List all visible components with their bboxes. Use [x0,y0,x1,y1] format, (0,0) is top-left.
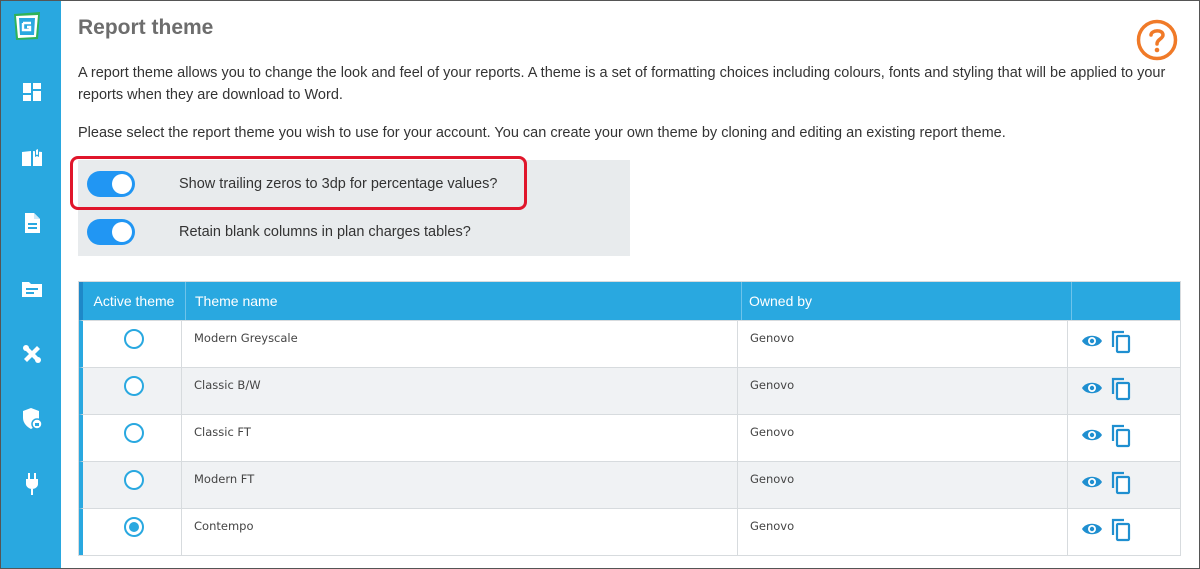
copy-icon[interactable] [1110,376,1132,401]
copy-icon[interactable] [1110,329,1132,354]
toggle-knob [112,222,132,242]
owner-cell: Genovo [750,519,795,533]
highlight-box [70,156,527,210]
owner-cell: Genovo [750,331,795,345]
table-row: Modern Greyscale Genovo [79,320,1180,367]
theme-name-cell: Contempo [194,519,254,533]
table-row: Classic FT Genovo [79,414,1180,461]
option-retain-blank-columns: Retain blank columns in plan charges tab… [78,212,630,252]
owner-cell: Genovo [750,378,795,392]
table-row: Contempo Genovo [79,508,1180,555]
page-title: Report theme [78,16,214,39]
header-theme-name: Theme name [195,293,278,309]
book-open-icon[interactable] [19,145,45,171]
plug-icon[interactable] [19,471,45,497]
theme-description: A report theme allows you to change the … [78,65,1166,103]
eye-icon[interactable] [1081,474,1103,496]
active-theme-radio[interactable] [124,423,144,443]
theme-instruction: Please select the report theme you wish … [78,125,1006,141]
table-row: Classic B/W Genovo [79,367,1180,414]
eye-icon[interactable] [1081,333,1103,355]
copy-icon[interactable] [1110,470,1132,495]
eye-icon[interactable] [1081,427,1103,449]
copy-icon[interactable] [1110,423,1132,448]
owner-cell: Genovo [750,472,795,486]
themes-table: Active theme Theme name Owned by Modern … [78,281,1181,556]
theme-name-cell: Modern FT [194,472,255,486]
copy-icon[interactable] [1110,517,1132,542]
sidebar [1,1,61,568]
table-row: Modern FT Genovo [79,461,1180,508]
owner-cell: Genovo [750,425,795,439]
active-theme-radio[interactable] [124,376,144,396]
document-icon[interactable] [19,210,45,236]
theme-name-cell: Classic FT [194,425,251,439]
active-theme-radio[interactable] [124,329,144,349]
header-owned-by: Owned by [749,293,813,309]
theme-name-cell: Classic B/W [194,378,261,392]
shield-lock-icon[interactable] [19,406,45,432]
active-theme-radio[interactable] [124,517,144,537]
help-icon[interactable] [1136,19,1178,61]
eye-icon[interactable] [1081,521,1103,543]
active-theme-radio[interactable] [124,470,144,490]
retain-blank-columns-toggle[interactable] [87,219,135,245]
tools-icon[interactable] [19,341,45,367]
folder-icon[interactable] [19,276,45,302]
table-header: Active theme Theme name Owned by [79,282,1180,320]
dashboard-icon[interactable] [19,79,45,105]
genovo-logo[interactable] [10,9,44,43]
theme-name-cell: Modern Greyscale [194,331,298,345]
retain-blank-columns-label: Retain blank columns in plan charges tab… [179,224,471,240]
header-active-theme: Active theme [93,293,175,309]
eye-icon[interactable] [1081,380,1103,402]
